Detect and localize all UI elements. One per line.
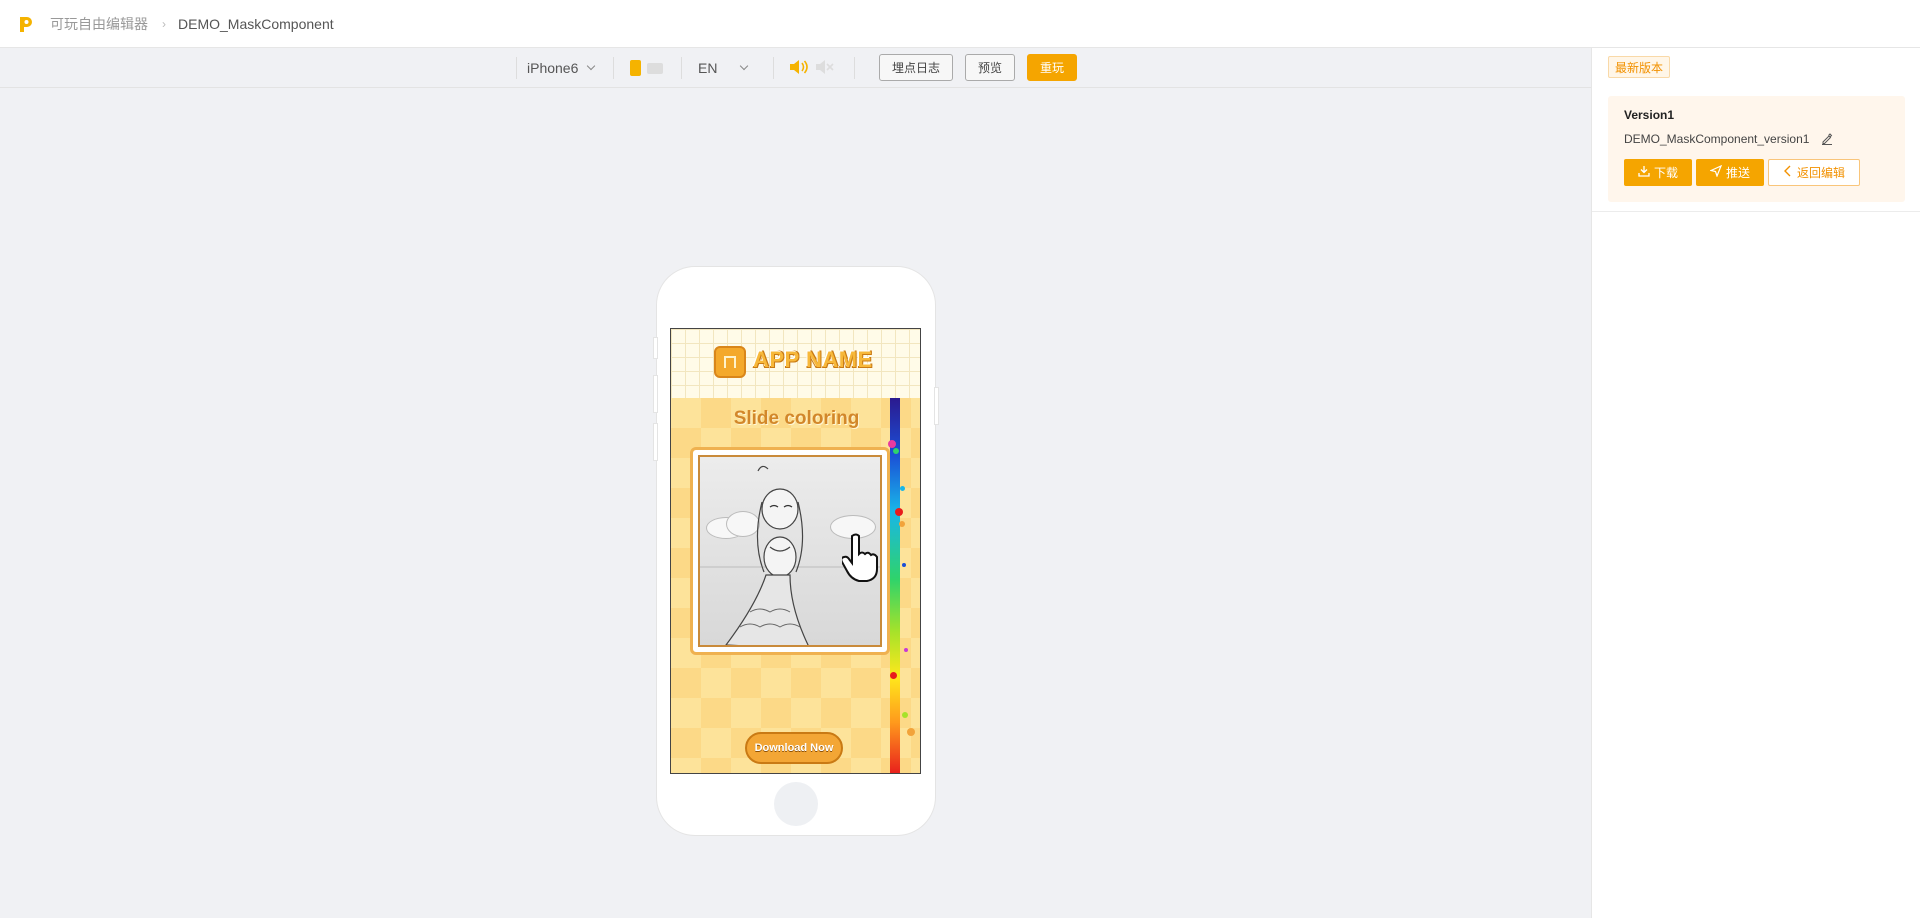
download-label: 下载 xyxy=(1653,166,1678,180)
phone-side-button xyxy=(653,337,658,359)
download-button[interactable]: 下载 xyxy=(1624,159,1692,186)
game-title: Slide coloring xyxy=(733,408,860,429)
paint-dot xyxy=(895,508,903,516)
coloring-canvas[interactable] xyxy=(698,455,882,647)
paint-dot xyxy=(899,521,905,527)
phone-mockup: APP NAME Slide coloring Download Now xyxy=(653,267,939,835)
color-slider[interactable] xyxy=(890,398,900,773)
preview-area: iPhone6 EN 埋点日志 预览 重玩 APP NAME Slide col… xyxy=(0,48,1591,918)
logo-icon[interactable] xyxy=(18,15,34,33)
event-log-button[interactable]: 埋点日志 xyxy=(879,54,953,81)
version-name: DEMO_MaskComponent_version1 xyxy=(1624,132,1810,146)
device-select[interactable]: iPhone6 xyxy=(527,48,596,88)
chevron-down-icon xyxy=(587,61,596,71)
app-name: APP NAME xyxy=(753,347,873,372)
paint-dot xyxy=(888,440,896,448)
send-icon xyxy=(1709,164,1723,180)
paint-dot xyxy=(907,728,915,736)
download-now-button[interactable]: Download Now xyxy=(745,732,843,764)
push-label: 推送 xyxy=(1725,166,1750,180)
paint-dot xyxy=(900,486,905,491)
orientation-toggle xyxy=(630,48,663,88)
paint-dot xyxy=(893,448,899,454)
language-select-value: EN xyxy=(698,60,718,76)
toolbar-divider xyxy=(773,57,774,79)
back-to-edit-label: 返回编辑 xyxy=(1796,166,1845,180)
paint-dot xyxy=(890,672,897,679)
chevron-left-icon xyxy=(1783,165,1793,180)
breadcrumb-root[interactable]: 可玩自由编辑器 xyxy=(50,14,148,34)
breadcrumb-current: DEMO_MaskComponent xyxy=(178,15,334,32)
panel-divider xyxy=(1592,211,1920,212)
chevron-down-icon xyxy=(740,61,749,71)
version-card: Version1 DEMO_MaskComponent_version1 下载 … xyxy=(1608,96,1905,202)
paint-dot xyxy=(902,563,906,567)
sound-toggle xyxy=(789,48,835,88)
chevron-right-icon: › xyxy=(162,16,166,31)
edit-icon[interactable] xyxy=(1821,132,1833,145)
toolbar-divider xyxy=(681,57,682,79)
volume-on-icon[interactable] xyxy=(789,59,809,78)
phone-side-button xyxy=(653,375,658,413)
toolbar-divider xyxy=(854,57,855,79)
portrait-icon[interactable] xyxy=(630,60,641,76)
volume-mute-icon[interactable] xyxy=(815,59,835,78)
app-header: APP NAME xyxy=(671,329,920,398)
landscape-icon[interactable] xyxy=(647,62,663,74)
latest-version-tag: 最新版本 xyxy=(1608,56,1671,78)
replay-button[interactable]: 重玩 xyxy=(1027,54,1077,81)
version-title: Version1 xyxy=(1624,108,1675,122)
phone-side-button xyxy=(653,423,658,461)
phone-side-button xyxy=(934,387,939,425)
playable-screen[interactable]: APP NAME Slide coloring Download Now xyxy=(670,328,921,774)
toolbar-divider xyxy=(613,57,614,79)
device-select-value: iPhone6 xyxy=(527,60,579,76)
toolbar-divider xyxy=(516,57,517,79)
home-button xyxy=(774,782,818,826)
game-area[interactable]: Slide coloring Download Now xyxy=(671,398,920,773)
version-panel: 最新版本 Version1 DEMO_MaskComponent_version… xyxy=(1591,48,1920,918)
download-icon xyxy=(1638,165,1650,180)
back-to-edit-button[interactable]: 返回编辑 xyxy=(1768,159,1860,186)
language-select[interactable]: EN xyxy=(698,48,749,88)
top-bar: 可玩自由编辑器 › DEMO_MaskComponent xyxy=(0,0,1920,48)
paint-dot xyxy=(904,648,908,652)
app-icon xyxy=(714,346,746,378)
paint-dot xyxy=(902,712,908,718)
hand-pointer-icon xyxy=(842,533,878,582)
preview-button[interactable]: 预览 xyxy=(965,54,1015,81)
push-button[interactable]: 推送 xyxy=(1696,159,1764,186)
coloring-frame[interactable] xyxy=(690,447,890,655)
preview-toolbar: iPhone6 EN 埋点日志 预览 重玩 xyxy=(0,48,1591,88)
